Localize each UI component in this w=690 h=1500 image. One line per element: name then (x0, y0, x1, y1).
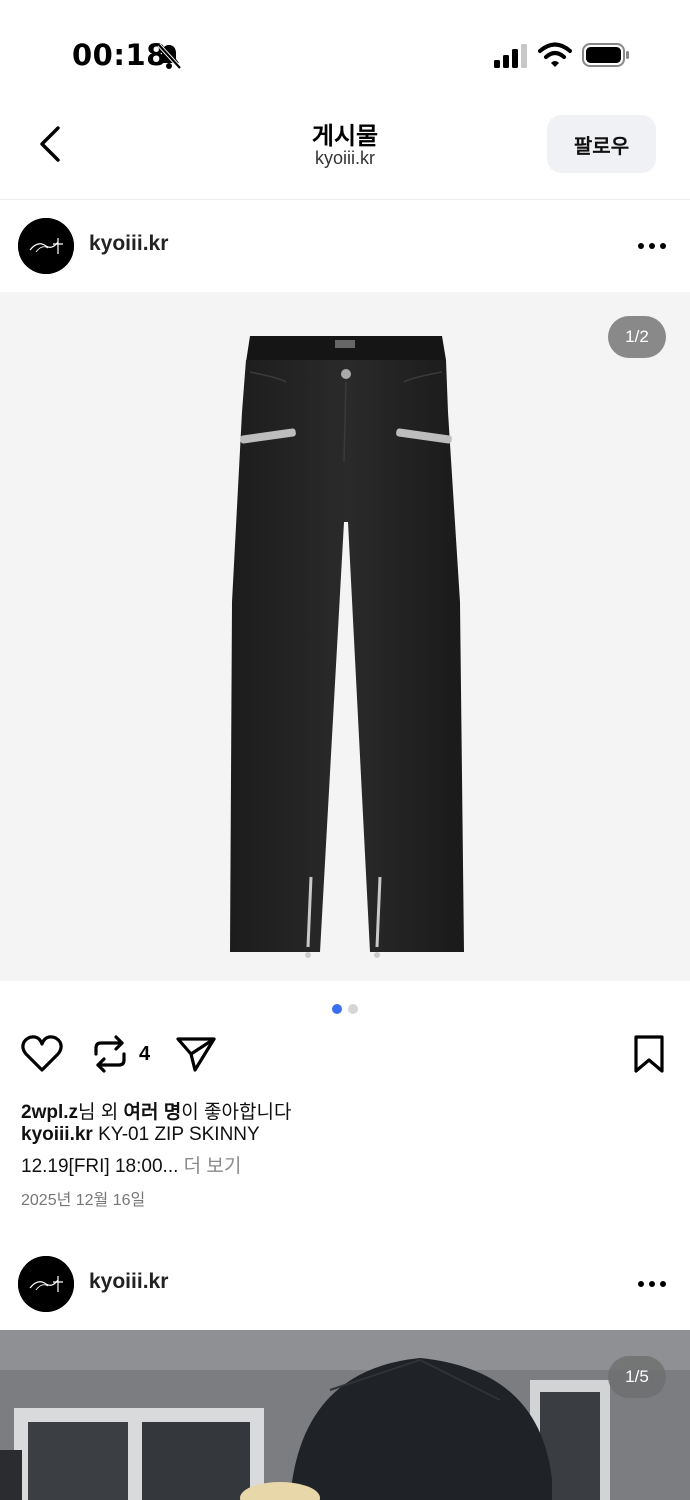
carousel-dot-active (332, 1004, 342, 1014)
avatar[interactable] (18, 218, 74, 274)
see-more-link[interactable]: 더 보기 (178, 1156, 242, 1177)
wifi-icon (538, 42, 572, 67)
caption-text: KY-01 ZIP SKINNY (92, 1124, 260, 1145)
post-header-2: kyoiii.kr (0, 1238, 690, 1330)
repost-count: 4 (139, 1043, 151, 1065)
send-icon[interactable] (175, 1034, 217, 1074)
image-counter-badge: 1/5 (608, 1356, 666, 1398)
caption-line2-text: 12.19[FRI] 18:00... (21, 1156, 179, 1177)
likes-mid-text: 님 외 (78, 1102, 124, 1123)
likes-user[interactable]: 2wpl.z (21, 1102, 78, 1123)
likes-end-text: 이 좋아합니다 (181, 1102, 292, 1123)
post-actions: 4 (0, 1030, 690, 1080)
jeans-product-image (230, 336, 464, 958)
carousel-dot (348, 1004, 358, 1014)
carousel-dots (0, 1001, 690, 1014)
post-image[interactable]: 1/2 (0, 292, 690, 981)
more-icon[interactable] (636, 1276, 668, 1292)
likes-others[interactable]: 여러 명 (124, 1102, 182, 1123)
street-photo-image (0, 1330, 690, 1500)
status-time: 00:18 (72, 38, 167, 72)
bookmark-icon[interactable] (632, 1034, 666, 1074)
brand-logo-icon (18, 1256, 74, 1312)
more-icon[interactable] (636, 238, 668, 254)
caption-username[interactable]: kyoiii.kr (21, 1124, 93, 1145)
post-date: 2025년 12월 16일 (21, 1192, 146, 1209)
bell-muted-icon (157, 43, 182, 70)
image-counter-badge: 1/2 (608, 316, 666, 358)
post-image-2[interactable]: 1/5 (0, 1330, 690, 1500)
battery-icon (582, 43, 629, 67)
brand-logo-icon (18, 218, 74, 274)
avatar[interactable] (18, 1256, 74, 1312)
post-username[interactable]: kyoiii.kr (89, 232, 168, 256)
post-caption: kyoiii.kr KY-01 ZIP SKINNY (21, 1124, 260, 1146)
post-header: kyoiii.kr (0, 200, 690, 292)
status-bar: 00:18 (0, 0, 690, 100)
post-username[interactable]: kyoiii.kr (89, 1270, 168, 1294)
repost-icon[interactable] (92, 1034, 128, 1074)
follow-button[interactable]: 팔로우 (547, 115, 656, 173)
likes-summary[interactable]: 2wpl.z님 외 여러 명이 좋아합니다 (21, 1097, 291, 1124)
post-caption-line2: 12.19[FRI] 18:00... 더 보기 (21, 1151, 241, 1178)
signal-icon (494, 44, 527, 68)
heart-icon[interactable] (20, 1034, 64, 1074)
post-page-header: 게시물 kyoiii.kr 팔로우 (0, 100, 690, 200)
